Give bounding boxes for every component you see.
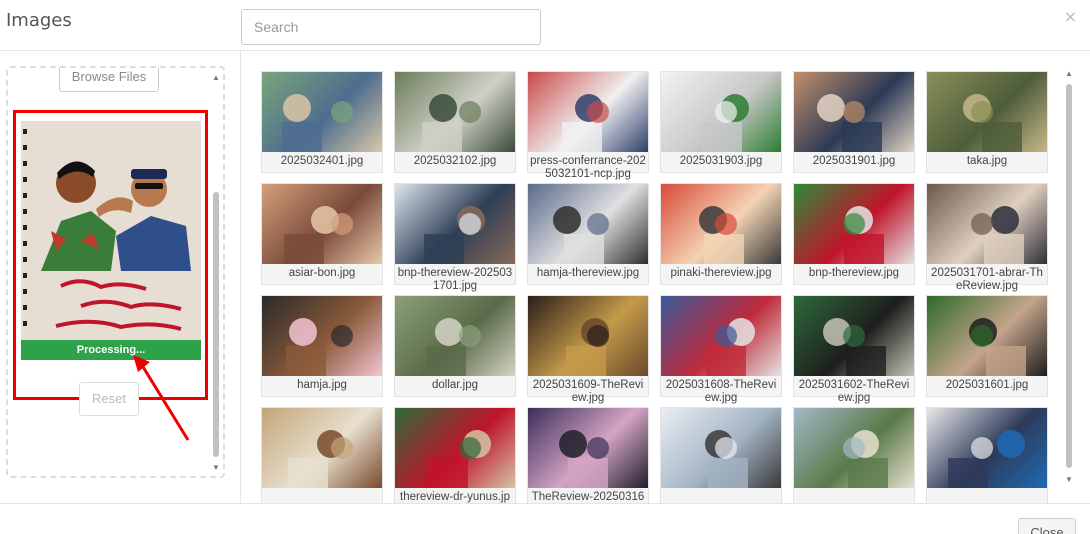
image-thumbnail — [395, 72, 515, 152]
image-caption: 2025031608-TheReview.jpg — [665, 379, 777, 404]
image-tile[interactable]: taka.jpg — [926, 71, 1048, 173]
image-tile[interactable]: 2025031701-abrar-TheReview.jpg — [926, 183, 1048, 292]
image-thumbnail — [794, 184, 914, 264]
image-caption: bnp-thereview.jpg — [808, 267, 900, 279]
upload-dropzone[interactable]: Browse Files Processing... Reset ▲ ▼ — [6, 66, 225, 478]
image-thumbnail — [661, 72, 781, 152]
image-caption — [794, 488, 914, 491]
image-thumbnail — [262, 296, 382, 376]
image-tile[interactable] — [926, 407, 1048, 503]
image-thumbnail — [528, 296, 648, 376]
upload-item-highlight: Processing... — [13, 110, 208, 400]
image-caption: press-conferrance-2025032101-ncp.jpg — [530, 155, 646, 180]
graffiti-illustration — [21, 121, 201, 341]
search-input[interactable] — [241, 9, 541, 45]
image-grid: 2025032401.jpg 2025032102.jpg press-conf… — [242, 51, 1090, 503]
image-caption — [927, 488, 1047, 491]
scroll-up-icon[interactable]: ▲ — [1065, 70, 1073, 78]
upload-panel: Browse Files Processing... Reset ▲ ▼ — [0, 51, 241, 503]
image-tile[interactable]: 2025031609-TheReview.jpg — [527, 295, 649, 404]
image-tile[interactable]: bnp-thereview-2025031701.jpg — [394, 183, 516, 292]
image-tile[interactable]: TheReview-202503160 — [527, 407, 649, 503]
image-thumbnail — [794, 296, 914, 376]
reset-button[interactable]: Reset — [79, 382, 139, 416]
image-thumbnail — [661, 408, 781, 488]
image-thumbnail — [528, 408, 648, 488]
image-tile[interactable]: 2025031602-TheReview.jpg — [793, 295, 915, 404]
image-tile[interactable]: dollar.jpg — [394, 295, 516, 397]
image-caption: 2025031609-TheReview.jpg — [532, 379, 644, 404]
modal-header: Images × — [0, 0, 1090, 51]
image-thumbnail — [528, 184, 648, 264]
image-caption: hamja-thereview.jpg — [536, 267, 640, 279]
image-caption — [661, 488, 781, 491]
image-thumbnail — [262, 408, 382, 488]
image-tile[interactable]: 2025031901.jpg — [793, 71, 915, 173]
image-tile[interactable]: 2025032102.jpg — [394, 71, 516, 173]
image-thumbnail — [395, 184, 515, 264]
close-icon[interactable]: × — [1064, 7, 1077, 26]
image-caption: thereview-dr-yunus.jp — [400, 491, 510, 503]
image-caption: 2025031601.jpg — [945, 379, 1029, 391]
image-thumbnail — [661, 296, 781, 376]
image-thumbnail — [528, 72, 648, 152]
scrollbar-thumb[interactable] — [1066, 84, 1072, 468]
processing-progress-bar: Processing... — [21, 340, 201, 360]
image-thumbnail — [262, 184, 382, 264]
image-caption: pinaki-thereview.jpg — [670, 267, 772, 279]
image-thumbnail — [927, 72, 1047, 152]
image-caption: 2025031602-TheReview.jpg — [798, 379, 910, 404]
image-tile[interactable]: hamja.jpg — [261, 295, 383, 397]
image-tile[interactable]: hamja-thereview.jpg — [527, 183, 649, 285]
image-caption: hamja.jpg — [297, 379, 347, 391]
close-button[interactable]: Close — [1018, 518, 1076, 534]
modal-title: Images — [6, 10, 72, 31]
image-tile[interactable]: bnp-thereview.jpg — [793, 183, 915, 285]
image-caption: 2025032401.jpg — [280, 155, 364, 167]
image-thumbnail — [794, 72, 914, 152]
scroll-down-icon[interactable]: ▼ — [212, 464, 220, 472]
image-tile[interactable]: 2025031601.jpg — [926, 295, 1048, 397]
image-thumbnail — [927, 184, 1047, 264]
image-tile[interactable]: 2025031608-TheReview.jpg — [660, 295, 782, 404]
image-tile[interactable] — [793, 407, 915, 503]
image-thumbnail — [262, 72, 382, 152]
image-thumbnail — [794, 408, 914, 488]
browse-files-button[interactable]: Browse Files — [59, 68, 159, 92]
image-tile[interactable]: press-conferrance-2025032101-ncp.jpg — [527, 71, 649, 180]
image-tile[interactable]: 2025031903.jpg — [660, 71, 782, 173]
image-caption: asiar-bon.jpg — [288, 267, 356, 279]
image-thumbnail — [395, 296, 515, 376]
image-caption — [262, 488, 382, 491]
image-caption: 2025031901.jpg — [812, 155, 896, 167]
image-thumbnail — [927, 296, 1047, 376]
image-caption: bnp-thereview-2025031701.jpg — [397, 267, 513, 292]
scroll-up-icon[interactable]: ▲ — [212, 74, 220, 82]
image-caption: TheReview-202503160 — [531, 491, 645, 503]
modal-footer: Close — [0, 503, 1090, 534]
image-tile[interactable]: pinaki-thereview.jpg — [660, 183, 782, 285]
image-caption: 2025032102.jpg — [413, 155, 497, 167]
image-caption: taka.jpg — [966, 155, 1008, 167]
image-picker-modal: Images × Browse Files — [0, 0, 1090, 534]
image-tile[interactable]: asiar-bon.jpg — [261, 183, 383, 285]
image-tile[interactable] — [261, 407, 383, 503]
image-thumbnail — [395, 408, 515, 488]
scrollbar-thumb[interactable] — [213, 192, 219, 457]
image-caption: dollar.jpg — [431, 379, 479, 391]
image-thumbnail — [927, 408, 1047, 488]
image-caption: 2025031903.jpg — [679, 155, 763, 167]
grid-scrollbar[interactable]: ▲ ▼ — [1064, 70, 1074, 490]
dropzone-scrollbar[interactable]: ▲ ▼ — [211, 72, 221, 474]
image-tile[interactable]: 2025032401.jpg — [261, 71, 383, 173]
upload-preview-image — [21, 121, 201, 341]
image-tile[interactable]: thereview-dr-yunus.jp — [394, 407, 516, 503]
image-thumbnail — [661, 184, 781, 264]
image-caption: 2025031701-abrar-TheReview.jpg — [931, 267, 1043, 292]
scroll-down-icon[interactable]: ▼ — [1065, 476, 1073, 484]
image-tile[interactable] — [660, 407, 782, 503]
